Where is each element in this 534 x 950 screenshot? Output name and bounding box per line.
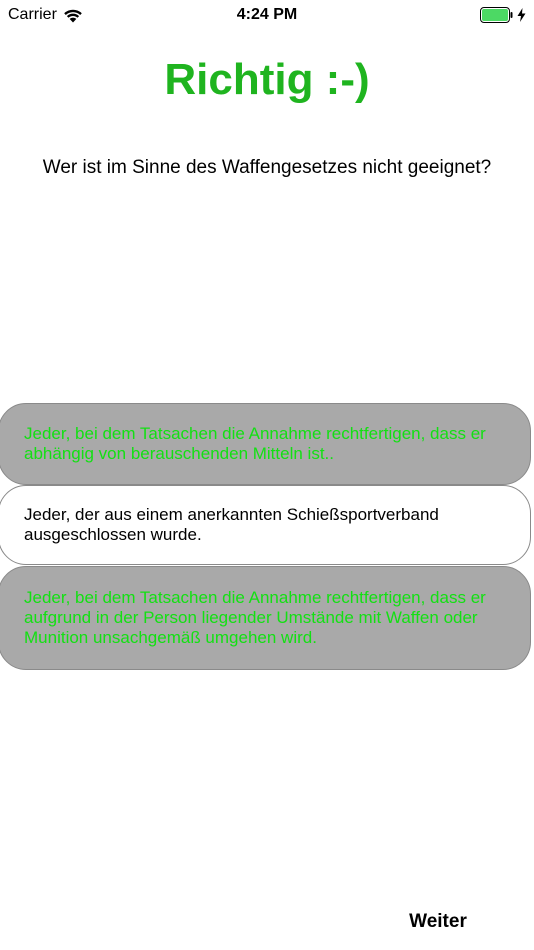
question-text: Wer ist im Sinne des Waffengesetzes nich… xyxy=(42,157,492,178)
battery-icon xyxy=(480,7,514,23)
answer-option-1-text: Jeder, bei dem Tatsachen die Annahme rec… xyxy=(24,424,486,463)
battery-group xyxy=(480,5,526,25)
answer-option-3-text: Jeder, bei dem Tatsachen die Annahme rec… xyxy=(24,588,486,647)
answer-option-1[interactable]: Jeder, bei dem Tatsachen die Annahme rec… xyxy=(0,403,531,485)
answer-option-2-text: Jeder, der aus einem anerkannten Schießs… xyxy=(24,505,439,544)
answer-option-2[interactable]: Jeder, der aus einem anerkannten Schießs… xyxy=(0,485,531,565)
answer-option-3[interactable]: Jeder, bei dem Tatsachen die Annahme rec… xyxy=(0,566,531,670)
result-title: Richtig :-) xyxy=(164,55,370,104)
charging-bolt-icon xyxy=(517,8,526,22)
status-bar: Carrier 4:24 PM xyxy=(0,0,534,30)
status-time: 4:24 PM xyxy=(236,6,298,23)
next-button[interactable]: Weiter xyxy=(398,908,478,936)
